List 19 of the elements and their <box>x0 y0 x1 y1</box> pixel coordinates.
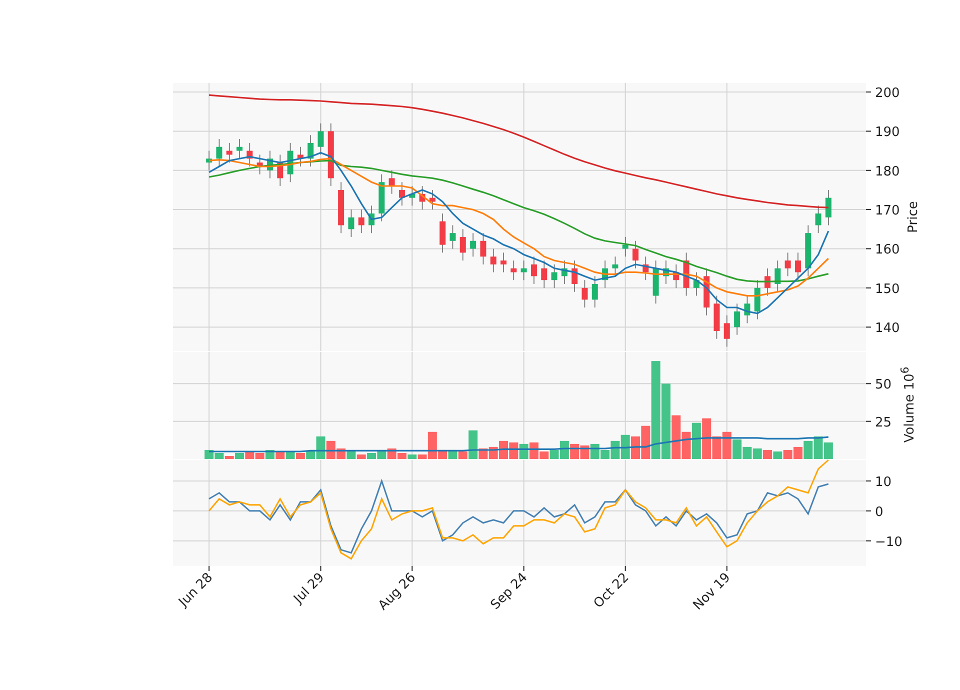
tick-label: 50 <box>875 378 892 393</box>
tick-label: Jun 28 <box>176 570 216 610</box>
tick-label: −10 <box>875 534 902 550</box>
tick-label: Jul 29 <box>291 570 328 607</box>
tick-label: 190 <box>875 125 900 140</box>
tick-label: 170 <box>875 204 900 219</box>
tick-label: 10 <box>875 474 892 490</box>
tick-label: 150 <box>875 282 900 297</box>
tick-label: 0 <box>875 504 884 520</box>
axis-label: Price <box>906 201 921 233</box>
tick-label: Aug 26 <box>376 570 419 614</box>
tick-label: 200 <box>875 86 900 101</box>
tick-label: 140 <box>875 321 900 336</box>
tick-label: 180 <box>875 164 900 180</box>
tick-label: Oct 22 <box>591 570 632 612</box>
tick-label: Nov 19 <box>690 570 734 614</box>
tick-label: 25 <box>875 415 892 430</box>
tick-label: 160 <box>875 242 900 258</box>
tick-label: Sep 24 <box>488 570 531 613</box>
